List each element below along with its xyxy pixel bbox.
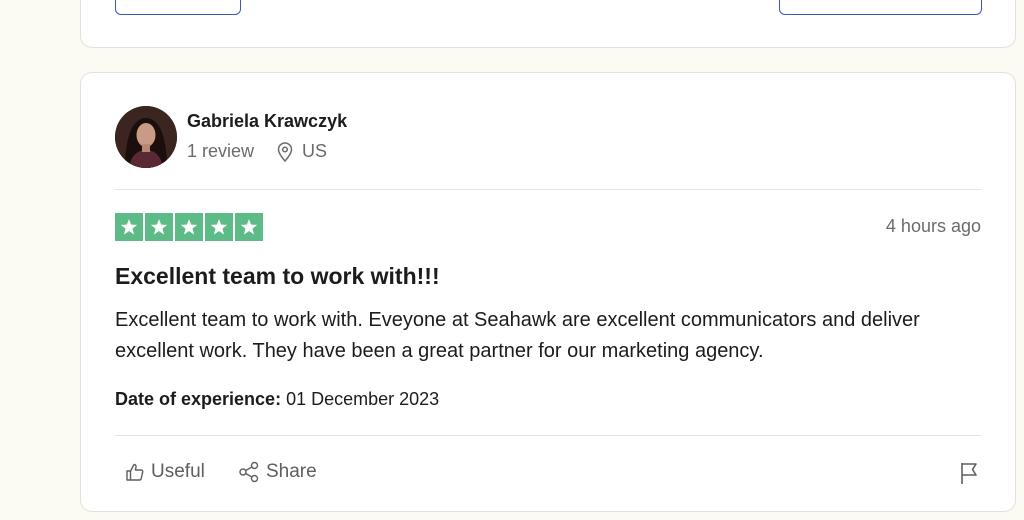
share-icon xyxy=(238,461,260,483)
review-count: 1 review xyxy=(187,141,255,161)
share-button[interactable]: Share xyxy=(238,461,317,483)
star-rating xyxy=(115,213,263,241)
star-icon xyxy=(205,213,233,241)
location-pin-icon xyxy=(276,141,294,162)
avatar[interactable] xyxy=(115,106,177,168)
reviewer-name[interactable]: Gabriela Krawczyk xyxy=(187,111,347,132)
previous-card-button-left[interactable] xyxy=(115,0,241,15)
flag-icon[interactable] xyxy=(959,461,981,485)
review-body: Excellent team to work with. Eveyone at … xyxy=(115,309,920,362)
date-of-experience-label: Date of experience: xyxy=(115,389,282,409)
thumbs-up-icon xyxy=(125,462,145,482)
date-of-experience-value: 01 December 2023 xyxy=(286,389,440,409)
share-label: Share xyxy=(266,461,317,482)
useful-label: Useful xyxy=(151,461,205,482)
reviewer-country: US xyxy=(302,141,328,161)
previous-card-button-right[interactable] xyxy=(779,0,982,15)
star-icon xyxy=(145,213,173,241)
star-icon xyxy=(235,213,263,241)
reviewer-meta: 1 review US xyxy=(187,141,327,162)
date-of-experience: Date of experience: 01 December 2023 xyxy=(115,389,439,410)
previous-review-card xyxy=(80,0,1016,48)
review-time: 4 hours ago xyxy=(885,216,981,236)
divider xyxy=(115,189,981,190)
star-icon xyxy=(115,213,143,241)
star-icon xyxy=(175,213,203,241)
divider xyxy=(115,435,981,436)
review-card: Gabriela Krawczyk 1 review US 4 hours ag… xyxy=(80,72,1016,512)
review-title[interactable]: Excellent team to work with!!! xyxy=(115,263,440,290)
useful-button[interactable]: Useful xyxy=(125,461,205,483)
